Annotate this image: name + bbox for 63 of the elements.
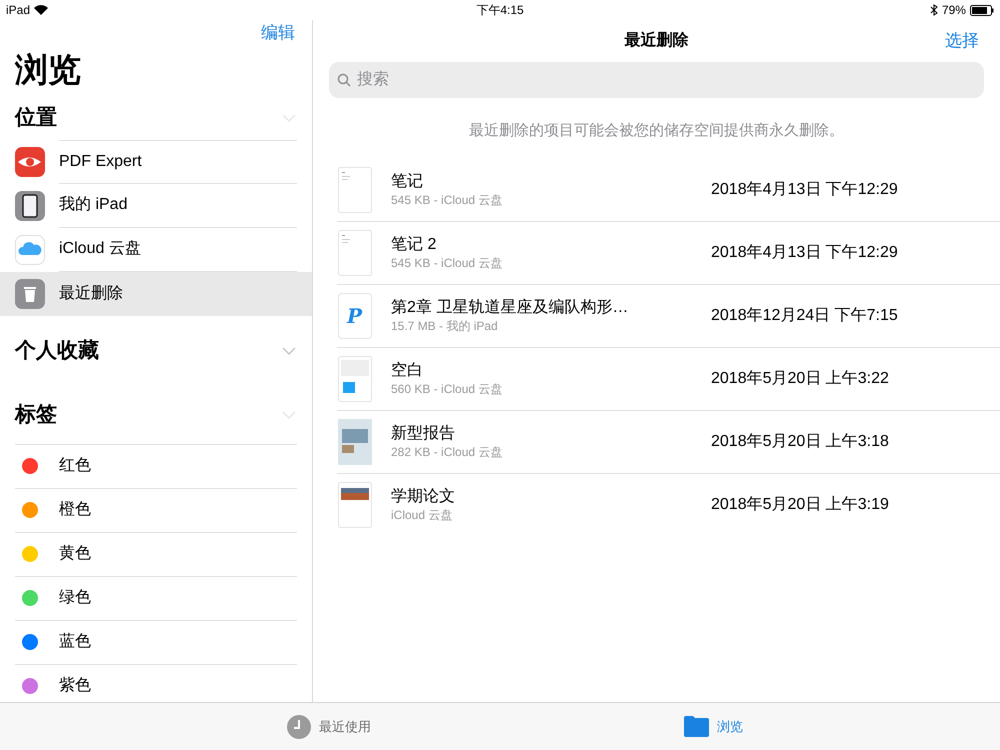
document-thumbnail-icon xyxy=(338,166,372,212)
sidebar-item[interactable]: 最近删除 xyxy=(0,272,312,316)
tab-button[interactable]: 最近使用 xyxy=(287,714,371,738)
file-name: 学期论文 xyxy=(391,487,456,507)
search-field[interactable]: 搜索 xyxy=(329,62,984,98)
report-thumbnail-icon xyxy=(338,418,372,464)
file-row[interactable]: 空白 560 KB - iCloud 云盘 2018年5月20日 上午3:22 xyxy=(337,348,1000,410)
file-meta: 560 KB - iCloud 云盘 xyxy=(391,380,504,396)
device-name: iPad xyxy=(6,2,30,19)
tag-item[interactable]: 红色 xyxy=(15,444,297,488)
wifi-icon xyxy=(34,5,48,15)
section-title: 个人收藏 xyxy=(15,338,99,364)
chevron-icon[interactable] xyxy=(282,346,296,354)
tag-item[interactable]: 橙色 xyxy=(15,488,297,532)
tag-item[interactable]: 蓝色 xyxy=(15,620,297,664)
trash-icon xyxy=(15,278,45,308)
pdf-thumbnail-icon: P xyxy=(338,292,372,338)
file-meta: 545 KB - iCloud 云盘 xyxy=(391,192,504,208)
file-meta: 545 KB - iCloud 云盘 xyxy=(391,254,504,270)
file-date: 2018年5月20日 上午3:18 xyxy=(711,432,889,452)
battery-icon xyxy=(970,4,994,16)
file-meta: 282 KB - iCloud 云盘 xyxy=(391,444,504,460)
file-row[interactable]: 学期论文 iCloud 云盘 2018年5月20日 上午3:19 xyxy=(337,474,1000,536)
clock-icon xyxy=(287,714,311,738)
nav-title: 最近删除 xyxy=(624,30,688,51)
sidebar-item[interactable]: 我的 iPad xyxy=(0,184,312,228)
file-date: 2018年4月13日 下午12:29 xyxy=(711,242,898,262)
notice-text: 最近删除的项目可能会被您的储存空间提供商永久删除。 xyxy=(468,121,845,141)
file-name: 新型报告 xyxy=(391,424,456,444)
battery-percentage: 79% xyxy=(942,2,966,19)
file-meta: 15.7 MB - 我的 iPad xyxy=(391,318,499,334)
file-date: 2018年5月20日 上午3:22 xyxy=(711,368,889,388)
tablet-icon xyxy=(15,190,45,220)
file-row[interactable]: 笔记 545 KB - iCloud 云盘 2018年4月13日 下午12:29 xyxy=(337,158,1000,222)
file-name: 第2章 卫星轨道星座及编队构形… xyxy=(391,298,630,318)
file-date: 2018年5月20日 上午3:19 xyxy=(711,494,889,515)
sidebar-item[interactable]: PDF Expert xyxy=(0,140,312,184)
document-thumbnail-icon xyxy=(338,230,372,276)
file-name: 空白 xyxy=(391,360,424,380)
bluetooth-icon xyxy=(930,4,938,16)
status-time: 下午4:15 xyxy=(476,2,524,19)
cloud-icon xyxy=(15,234,45,264)
tag-item[interactable]: 黄色 xyxy=(15,532,297,576)
file-row[interactable]: 笔记 2 545 KB - iCloud 云盘 2018年4月13日 下午12:29 xyxy=(337,222,1000,284)
file-date: 2018年12月24日 下午7:15 xyxy=(711,306,898,326)
document-thumbnail-icon xyxy=(338,482,372,528)
section-title: 标签 xyxy=(15,402,57,428)
file-row[interactable]: P 第2章 卫星轨道星座及编队构形… 15.7 MB - 我的 iPad 2018年12月24日 下午7:15 xyxy=(337,284,1000,348)
file-name: 笔记 2 xyxy=(391,234,438,254)
tab-button[interactable]: 浏览 xyxy=(684,716,743,737)
section-title: 位置 xyxy=(15,104,57,131)
spreadsheet-thumbnail-icon xyxy=(338,356,372,402)
select-button[interactable]: 选择 xyxy=(945,28,979,54)
sidebar-title: 浏览 xyxy=(14,50,82,90)
app-icon xyxy=(15,146,45,176)
folder-icon xyxy=(684,716,709,737)
file-row[interactable]: 新型报告 282 KB - iCloud 云盘 2018年5月20日 上午3:18 xyxy=(337,410,1000,474)
file-meta: iCloud 云盘 xyxy=(391,507,454,523)
file-date: 2018年4月13日 下午12:29 xyxy=(711,180,898,200)
edit-button[interactable]: 编辑 xyxy=(261,20,295,46)
search-icon xyxy=(337,73,351,87)
file-name: 笔记 xyxy=(391,172,424,192)
tag-item[interactable]: 绿色 xyxy=(15,576,297,620)
